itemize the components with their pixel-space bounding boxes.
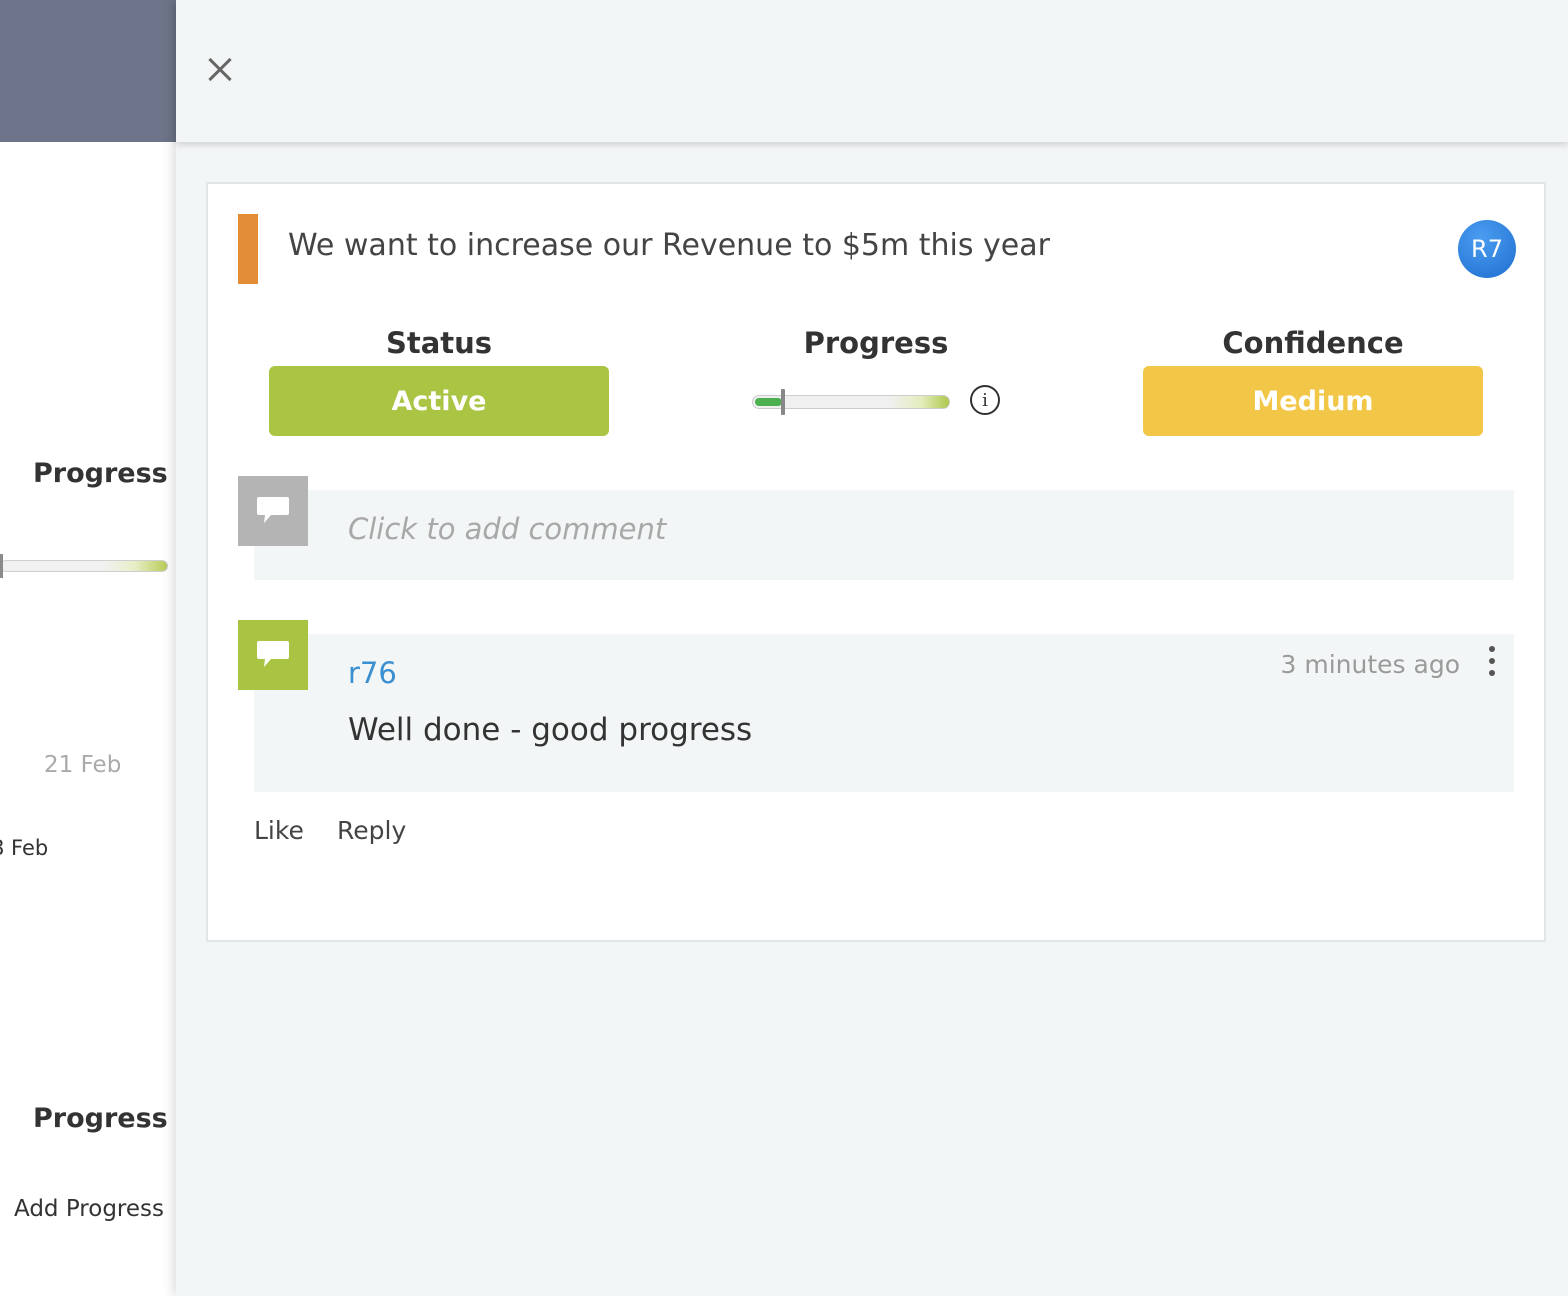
drawer-header (176, 0, 1568, 142)
goal-title: We want to increase our Revenue to $5m t… (288, 228, 1050, 263)
like-button[interactable]: Like (254, 816, 304, 845)
speech-bubble-icon (257, 641, 289, 667)
add-comment-input[interactable]: Click to add comment (254, 490, 1514, 580)
comment-timestamp: 3 minutes ago (1280, 650, 1460, 679)
progress-slider-fill (755, 398, 782, 406)
background-progress-bar[interactable] (0, 560, 168, 572)
status-button[interactable]: Active (269, 366, 609, 436)
comment-item: r76 3 minutes ago Well done - good progr… (254, 634, 1514, 792)
close-icon[interactable] (200, 50, 240, 90)
goal-card: We want to increase our Revenue to $5m t… (206, 182, 1546, 942)
add-comment-placeholder[interactable]: Click to add comment (348, 512, 666, 546)
confidence-button[interactable]: Medium (1143, 366, 1483, 436)
background-progress-handle[interactable] (0, 554, 3, 578)
background-date: 21 Feb (44, 752, 122, 778)
goal-accent-bar (238, 214, 258, 284)
info-icon[interactable]: i (970, 385, 1000, 415)
progress-heading: Progress (803, 326, 949, 360)
progress-slider-handle[interactable] (781, 389, 785, 415)
speech-bubble-icon (238, 620, 308, 690)
reply-button[interactable]: Reply (337, 816, 406, 845)
comment-author[interactable]: r76 (348, 656, 397, 690)
comment-text: Well done - good progress (348, 712, 753, 748)
background-date: 8 Feb (0, 836, 49, 860)
background-progress-heading: Progress (33, 458, 168, 489)
confidence-heading: Confidence (1222, 326, 1404, 360)
speech-bubble-icon (238, 476, 308, 546)
avatar[interactable]: R7 (1458, 220, 1516, 278)
more-options-icon[interactable] (1484, 646, 1500, 676)
speech-bubble-icon (257, 497, 289, 523)
background-progress-heading: Progress (33, 1103, 168, 1134)
status-heading: Status (385, 326, 493, 360)
detail-drawer: We want to increase our Revenue to $5m t… (176, 0, 1568, 1296)
background-page: Progress 21 Feb 8 Feb Progress Add Progr… (0, 0, 176, 1296)
add-progress-link[interactable]: Add Progress (14, 1196, 164, 1222)
background-header (0, 0, 176, 142)
